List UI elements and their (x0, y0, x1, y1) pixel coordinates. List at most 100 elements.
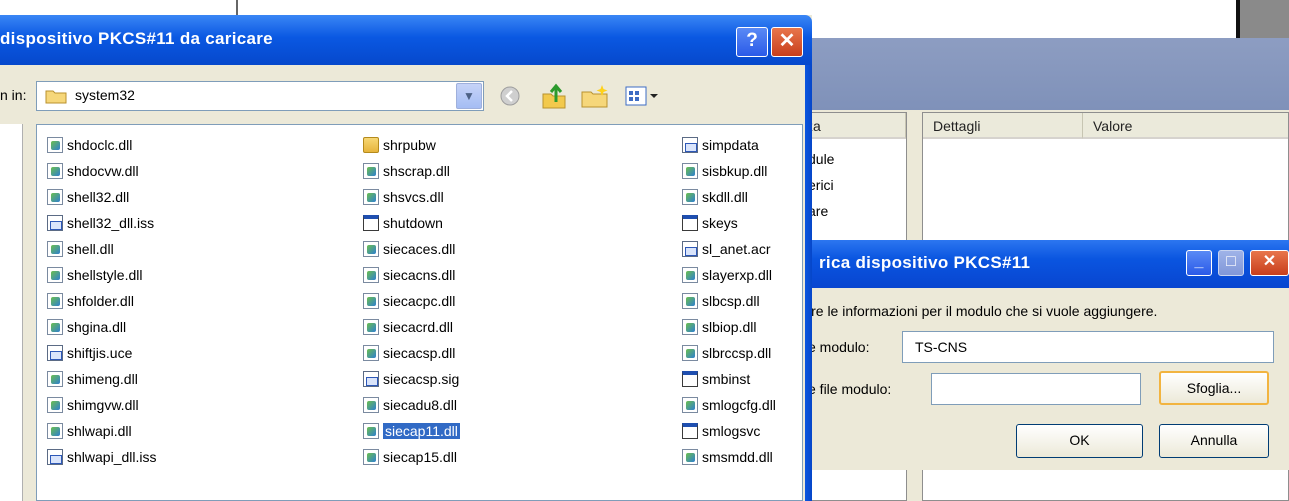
file-item[interactable]: shimgvw.dll (47, 394, 139, 416)
file-name: shdocvw.dll (67, 163, 139, 179)
file-name: slbcsp.dll (702, 293, 760, 309)
maximize-button[interactable]: □ (1218, 250, 1244, 276)
file-item[interactable]: shutdown (363, 212, 443, 234)
file-name: shlwapi_dll.iss (67, 449, 157, 465)
file-item[interactable]: shell32.dll (47, 186, 129, 208)
new-folder-icon[interactable] (580, 82, 610, 110)
file-item[interactable]: shdocvw.dll (47, 160, 139, 182)
back-icon[interactable] (498, 84, 522, 108)
value-column-header[interactable]: Valore (1083, 113, 1288, 139)
load-device-titlebar[interactable]: rica dispositivo PKCS#11 (805, 240, 1289, 288)
open-file-close-button[interactable]: ✕ (771, 27, 803, 57)
file-item[interactable]: skeys (682, 212, 738, 234)
file-item[interactable]: shimeng.dll (47, 368, 138, 390)
file-name: slayerxp.dll (702, 267, 773, 283)
file-item[interactable]: smsmdd.dll (682, 446, 773, 468)
category-column-header[interactable]: za (806, 113, 906, 139)
file-item[interactable]: smlogcfg.dll (682, 394, 776, 416)
application-icon (682, 371, 698, 387)
minimize-button[interactable]: _ (1186, 250, 1212, 276)
file-item[interactable]: shfolder.dll (47, 290, 134, 312)
background-window-corner (1240, 0, 1289, 38)
file-item[interactable]: shscrap.dll (363, 160, 450, 182)
file-item[interactable]: shgina.dll (47, 316, 126, 338)
module-name-input[interactable]: TS-CNS (902, 331, 1274, 363)
help-button[interactable]: ? (736, 27, 768, 57)
file-name: shell.dll (67, 241, 114, 257)
file-item[interactable]: sl_anet.acr (682, 238, 770, 260)
file-name: siecacsp.dll (383, 345, 456, 361)
file-name: siecacpc.dll (383, 293, 456, 309)
open-file-title: dispositivo PKCS#11 da caricare (0, 29, 273, 48)
dll-file-icon (363, 449, 379, 465)
cancel-button[interactable]: Annulla (1159, 424, 1269, 458)
file-name: siecacsp.sig (383, 371, 460, 387)
file-name: smlogsvc (702, 423, 761, 439)
file-item[interactable]: sisbkup.dll (682, 160, 767, 182)
file-item[interactable]: slbiop.dll (682, 316, 756, 338)
file-item[interactable]: smbinst (682, 368, 750, 390)
file-name: siecacrd.dll (383, 319, 454, 335)
file-name: siecap11.dll (383, 423, 460, 439)
load-device-close-button[interactable]: ✕ (1250, 250, 1289, 276)
file-item[interactable]: shlwapi.dll (47, 420, 132, 442)
browse-button[interactable]: Sfoglia... (1159, 371, 1269, 405)
file-item[interactable]: shlwapi_dll.iss (47, 446, 156, 468)
dll-file-icon (363, 163, 379, 179)
file-item[interactable]: skdll.dll (682, 186, 748, 208)
file-item[interactable]: siecacsp.sig (363, 368, 459, 390)
file-name: shell32_dll.iss (67, 215, 155, 231)
file-name: siecadu8.dll (383, 397, 457, 413)
file-item[interactable]: siecap15.dll (363, 446, 457, 468)
file-name: shimeng.dll (67, 371, 138, 387)
places-bar[interactable] (0, 124, 23, 501)
dll-file-icon (682, 267, 698, 283)
dll-file-icon (363, 345, 379, 361)
up-folder-icon[interactable] (540, 82, 568, 110)
dll-file-icon (47, 397, 63, 413)
file-item[interactable]: shellstyle.dll (47, 264, 142, 286)
file-item[interactable]: smlogsvc (682, 420, 760, 442)
dialog-border (805, 65, 812, 501)
file-name: shdoclc.dll (67, 137, 133, 153)
file-name: skeys (702, 215, 738, 231)
underlying-window-edge (0, 0, 238, 15)
file-item[interactable]: shell.dll (47, 238, 114, 260)
dll-file-icon (47, 189, 63, 205)
instruction-text: ire le informazioni per il modulo che si… (808, 303, 1158, 319)
file-item[interactable]: slbrccsp.dll (682, 342, 771, 364)
file-item[interactable]: siecacns.dll (363, 264, 455, 286)
file-item[interactable]: shrpubw (363, 134, 436, 156)
application-icon (682, 423, 698, 439)
file-list[interactable]: shdoclc.dll shdocvw.dll shell32.dll shell32… (36, 124, 803, 501)
document-icon (47, 215, 63, 231)
document-icon (47, 449, 63, 465)
file-name: shfolder.dll (67, 293, 134, 309)
chevron-down-icon[interactable]: ▼ (456, 83, 482, 109)
file-item[interactable]: slayerxp.dll (682, 264, 772, 286)
file-name: shiftjis.uce (67, 345, 133, 361)
module-file-input[interactable] (931, 373, 1141, 405)
file-item[interactable]: siecap11.dll (363, 420, 460, 442)
file-item[interactable]: shell32_dll.iss (47, 212, 154, 234)
file-item[interactable]: siecacrd.dll (363, 316, 453, 338)
dll-file-icon (682, 163, 698, 179)
file-item[interactable]: shdoclc.dll (47, 134, 132, 156)
details-column-header[interactable]: Dettagli (923, 113, 1083, 139)
load-device-title: rica dispositivo PKCS#11 (819, 253, 1031, 272)
file-item[interactable]: slbcsp.dll (682, 290, 760, 312)
views-menu-icon[interactable] (624, 84, 660, 108)
dll-file-icon (47, 137, 63, 153)
file-item[interactable]: siecacsp.dll (363, 342, 455, 364)
look-in-combobox[interactable]: system32 (36, 81, 484, 111)
file-item[interactable]: shiftjis.uce (47, 342, 132, 364)
file-item[interactable]: simpdata (682, 134, 759, 156)
look-in-value: system32 (75, 87, 135, 103)
dll-file-icon (363, 293, 379, 309)
file-item[interactable]: shsvcs.dll (363, 186, 444, 208)
ok-button[interactable]: OK (1016, 424, 1143, 458)
file-item[interactable]: siecadu8.dll (363, 394, 457, 416)
file-item[interactable]: siecaces.dll (363, 238, 455, 260)
file-item[interactable]: siecacpc.dll (363, 290, 455, 312)
open-file-titlebar[interactable]: dispositivo PKCS#11 da caricare (0, 15, 812, 65)
